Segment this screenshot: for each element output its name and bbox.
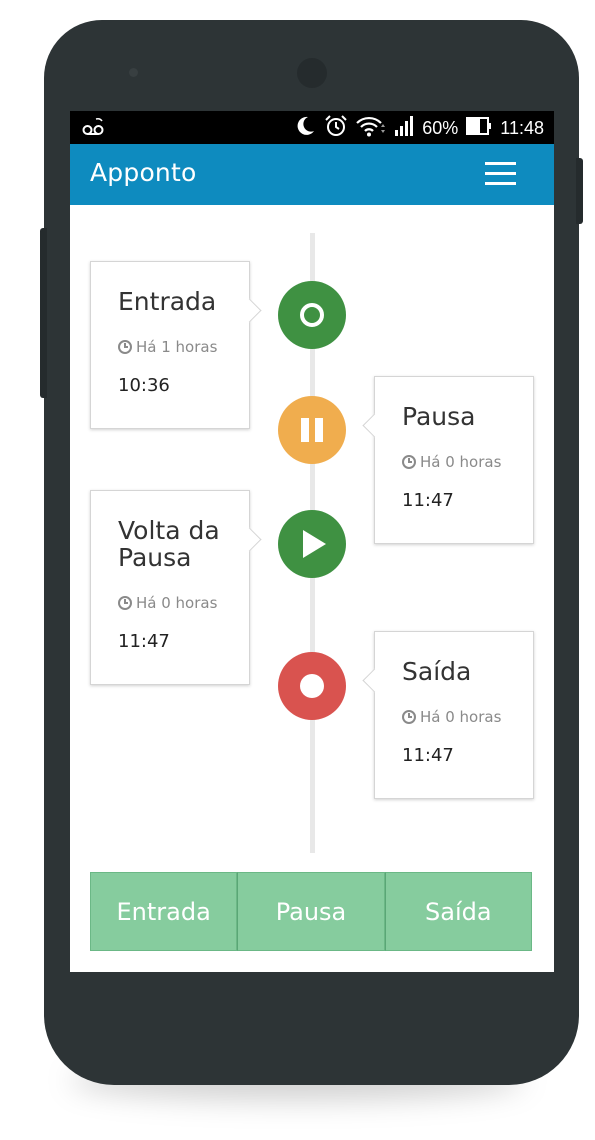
app-bar: Apponto xyxy=(70,144,554,205)
circle-outline-icon xyxy=(278,281,346,349)
timeline-card-pausa: Pausa Há 0 horas 11:47 xyxy=(362,376,534,544)
pausa-button[interactable]: Pausa xyxy=(237,872,385,951)
saida-button[interactable]: Saída xyxy=(384,872,532,951)
clock-icon xyxy=(118,340,132,354)
pause-icon xyxy=(278,396,346,464)
event-time: 11:47 xyxy=(402,490,454,511)
app-title: Apponto xyxy=(90,158,197,187)
battery-icon xyxy=(466,116,492,140)
timeline-card-entrada: Entrada Há 1 horas 10:36 xyxy=(90,261,262,429)
clock-icon xyxy=(118,596,132,610)
action-bar: Entrada Pausa Saída xyxy=(90,872,532,951)
event-time: 11:47 xyxy=(402,745,454,766)
event-ago: Há 0 horas xyxy=(118,594,217,612)
clock-icon xyxy=(402,455,416,469)
event-ago: Há 0 horas xyxy=(402,453,501,471)
timeline-card-volta-da-pausa: Volta da Pausa Há 0 horas 11:47 xyxy=(90,490,262,685)
signal-icon xyxy=(394,115,414,141)
event-ago: Há 0 horas xyxy=(402,708,501,726)
status-bar: 60% 11:48 xyxy=(70,111,554,144)
stop-dot-icon xyxy=(278,652,346,720)
alarm-icon xyxy=(324,114,348,142)
power-button xyxy=(576,158,583,224)
battery-percent: 60% xyxy=(422,118,459,138)
voicemail-icon xyxy=(82,117,106,142)
clock-icon xyxy=(402,710,416,724)
hamburger-menu-icon[interactable] xyxy=(484,162,518,188)
moon-icon xyxy=(294,115,316,142)
event-title: Saída xyxy=(402,657,472,686)
proximity-sensor xyxy=(129,68,138,77)
play-icon xyxy=(278,510,346,578)
screen: 60% 11:48 Apponto Entrada Há 1 horas 10: xyxy=(70,111,554,972)
event-ago: Há 1 horas xyxy=(118,338,217,356)
entrada-button[interactable]: Entrada xyxy=(90,872,238,951)
event-title: Entrada xyxy=(118,287,217,316)
clock-time: 11:48 xyxy=(500,118,544,138)
timeline-card-saida: Saída Há 0 horas 11:47 xyxy=(362,631,534,799)
volume-button xyxy=(40,228,47,398)
event-time: 10:36 xyxy=(118,375,170,396)
event-title: Volta da Pausa xyxy=(118,516,220,572)
front-camera xyxy=(297,58,327,88)
event-time: 11:47 xyxy=(118,631,170,652)
event-title: Pausa xyxy=(402,402,476,431)
wifi-icon xyxy=(356,115,386,142)
